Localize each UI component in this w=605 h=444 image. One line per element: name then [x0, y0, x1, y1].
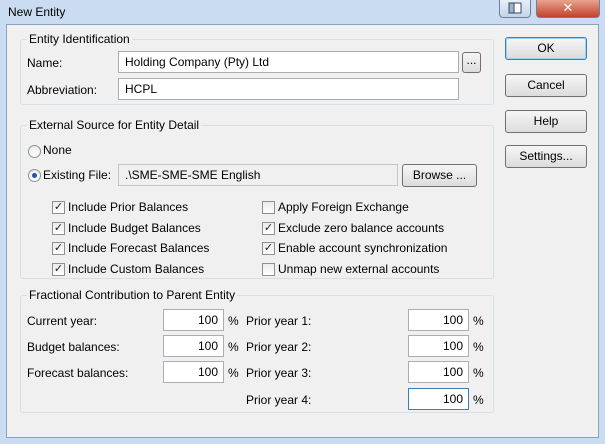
include-custom-balances-label[interactable]: Include Custom Balances: [68, 262, 204, 276]
exclude-zero-balance-label[interactable]: Exclude zero balance accounts: [278, 221, 444, 235]
prior-year-4-input[interactable]: 100: [408, 388, 469, 410]
cancel-button[interactable]: Cancel: [505, 74, 587, 97]
current-year-input[interactable]: 100: [163, 309, 224, 331]
exclude-zero-balance-checkbox[interactable]: ✓: [262, 222, 275, 235]
settings-button[interactable]: Settings...: [505, 145, 587, 168]
dialog-client-area: Entity Identification Name: Holding Comp…: [6, 24, 599, 438]
include-prior-balances-label[interactable]: Include Prior Balances: [68, 200, 188, 214]
forecast-balances-percent: %: [228, 366, 239, 380]
include-forecast-balances-label[interactable]: Include Forecast Balances: [68, 241, 209, 255]
existing-file-radio[interactable]: [28, 169, 41, 182]
ok-button[interactable]: OK: [505, 37, 587, 60]
name-input[interactable]: Holding Company (Pty) Ltd: [118, 51, 459, 73]
prior-year-4-label: Prior year 4:: [246, 393, 312, 407]
include-prior-balances-checkbox[interactable]: ✓: [52, 201, 65, 214]
close-icon: ✕: [562, 0, 574, 15]
current-year-percent: %: [228, 314, 239, 328]
name-ellipsis-button[interactable]: ...: [462, 52, 481, 73]
enable-account-sync-checkbox[interactable]: ✓: [262, 242, 275, 255]
apply-foreign-exchange-checkbox[interactable]: [262, 201, 275, 214]
title-bar: New Entity ✕: [0, 0, 605, 24]
prior-year-1-label: Prior year 1:: [246, 314, 312, 328]
browse-button[interactable]: Browse ...: [402, 164, 477, 187]
apply-foreign-exchange-label[interactable]: Apply Foreign Exchange: [278, 200, 409, 214]
help-button[interactable]: Help: [505, 110, 587, 133]
budget-balances-input[interactable]: 100: [163, 335, 224, 357]
abbreviation-label: Abbreviation:: [27, 83, 98, 97]
budget-balances-percent: %: [228, 340, 239, 354]
window-title: New Entity: [8, 5, 66, 19]
fractional-contribution-title: Fractional Contribution to Parent Entity: [27, 288, 238, 302]
forecast-balances-label: Forecast balances:: [27, 366, 129, 380]
none-radio-label[interactable]: None: [43, 143, 72, 157]
include-custom-balances-checkbox[interactable]: ✓: [52, 263, 65, 276]
unmap-new-accounts-checkbox[interactable]: [262, 263, 275, 276]
prior-year-1-input[interactable]: 100: [408, 309, 469, 331]
existing-file-path-field: .\SME-SME-SME English: [118, 164, 398, 186]
prior-year-1-percent: %: [473, 314, 484, 328]
dialog-window: New Entity ✕ Entity Identification Name:…: [0, 0, 605, 444]
prior-year-3-input[interactable]: 100: [408, 361, 469, 383]
close-button[interactable]: ✕: [536, 0, 600, 18]
external-source-title: External Source for Entity Detail: [27, 118, 202, 132]
prior-year-3-label: Prior year 3:: [246, 366, 312, 380]
none-radio[interactable]: [28, 145, 41, 158]
enable-account-sync-label[interactable]: Enable account synchronization: [278, 241, 447, 255]
prior-year-2-label: Prior year 2:: [246, 340, 312, 354]
abbreviation-input[interactable]: HCPL: [118, 78, 459, 100]
include-forecast-balances-checkbox[interactable]: ✓: [52, 242, 65, 255]
current-year-label: Current year:: [27, 314, 98, 328]
unmap-new-accounts-label[interactable]: Unmap new external accounts: [278, 262, 439, 276]
help-window-button[interactable]: [499, 0, 531, 18]
prior-year-2-input[interactable]: 100: [408, 335, 469, 357]
prior-year-2-percent: %: [473, 340, 484, 354]
include-budget-balances-checkbox[interactable]: ✓: [52, 222, 65, 235]
help-window-icon: [508, 2, 522, 14]
forecast-balances-input[interactable]: 100: [163, 361, 224, 383]
prior-year-4-percent: %: [473, 393, 484, 407]
existing-file-radio-label[interactable]: Existing File:: [43, 168, 111, 182]
budget-balances-label: Budget balances:: [27, 340, 120, 354]
entity-identification-title: Entity Identification: [27, 32, 132, 46]
name-label: Name:: [27, 56, 63, 70]
prior-year-3-percent: %: [473, 366, 484, 380]
include-budget-balances-label[interactable]: Include Budget Balances: [68, 221, 201, 235]
